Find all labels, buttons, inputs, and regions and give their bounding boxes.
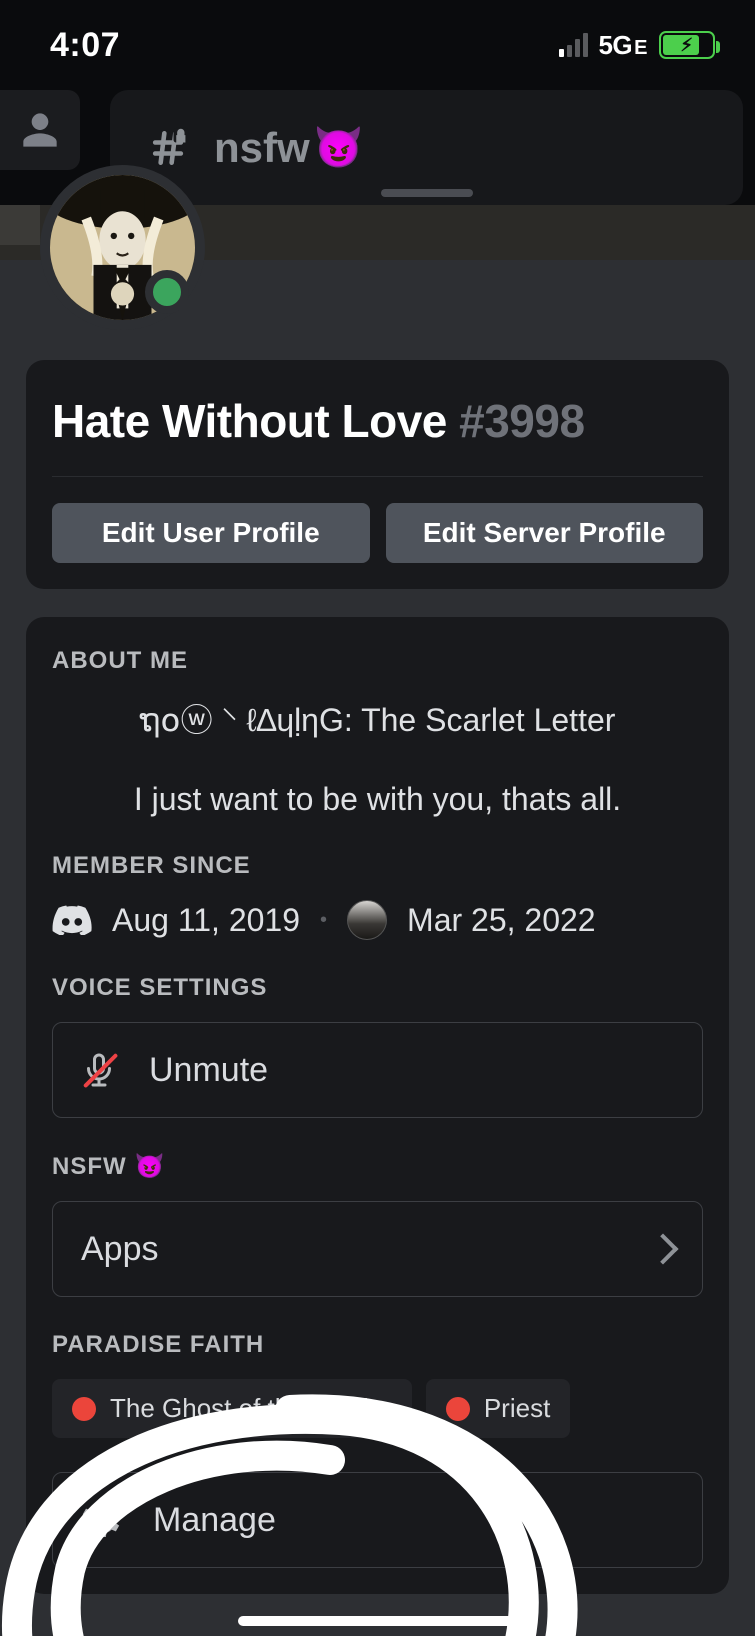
voice-settings-header: VOICE SETTINGS	[52, 974, 703, 1002]
status-right: 5GE ⚡︎	[559, 30, 715, 61]
status-bar: 4:07 5GE ⚡︎	[0, 0, 755, 90]
role-chip[interactable]: The Ghost of the Uchiha	[52, 1379, 412, 1438]
devil-emoji-icon: 😈	[135, 1152, 166, 1181]
discord-join-date: Aug 11, 2019	[112, 902, 300, 939]
server-icon	[347, 900, 387, 940]
online-status-icon	[145, 270, 189, 314]
battery-icon: ⚡︎	[659, 31, 715, 59]
role-chip[interactable]: Priest	[426, 1379, 570, 1438]
devil-emoji-icon: 😈	[314, 124, 364, 171]
server-join-date: Mar 25, 2022	[407, 902, 596, 939]
unmute-button[interactable]: Unmute	[52, 1022, 703, 1118]
about-me-header: ABOUT ME	[52, 647, 703, 675]
discord-icon	[52, 905, 92, 935]
info-card: ABOUT ME ຖ໐ⓦ ⸌ ℓ∆ɥḷηG: The Scarlet Lette…	[26, 617, 729, 1594]
profile-card: Hate Without Love #3998 Edit User Profil…	[26, 360, 729, 589]
edit-server-profile-button[interactable]: Edit Server Profile	[386, 503, 704, 563]
home-indicator[interactable]	[238, 1616, 518, 1626]
username: Hate Without Love #3998	[52, 394, 703, 477]
drag-handle-icon[interactable]	[381, 189, 473, 197]
edit-user-profile-button[interactable]: Edit User Profile	[52, 503, 370, 563]
status-time: 4:07	[50, 26, 120, 65]
channel-name: nsfw 😈	[214, 124, 363, 172]
nsfw-section-header: NSFW😈	[52, 1152, 703, 1181]
gear-icon	[81, 1500, 121, 1540]
member-since-row: Aug 11, 2019 • Mar 25, 2022	[52, 900, 703, 940]
hash-lock-icon	[146, 126, 190, 170]
network-label: 5GE	[598, 30, 647, 61]
roles-header: PARADISE FAITH	[52, 1331, 703, 1359]
role-name: The Ghost of the Uchiha	[110, 1393, 392, 1424]
friends-rail-button[interactable]	[0, 90, 80, 170]
role-color-icon	[446, 1397, 470, 1421]
channel-header[interactable]: nsfw 😈	[110, 90, 743, 205]
apps-button[interactable]: Apps	[52, 1201, 703, 1297]
signal-icon	[559, 33, 588, 57]
muted-mic-icon	[81, 1052, 117, 1088]
separator-dot: •	[320, 909, 327, 932]
chevron-right-icon	[647, 1233, 678, 1264]
profile-body: Hate Without Love #3998 Edit User Profil…	[0, 260, 755, 1636]
role-name: Priest	[484, 1393, 550, 1424]
about-me-text: ຖ໐ⓦ ⸌ ℓ∆ɥḷηG: The Scarlet Letter I just …	[52, 695, 703, 818]
person-icon	[20, 110, 60, 150]
manage-button[interactable]: Manage	[52, 1472, 703, 1568]
member-since-header: MEMBER SINCE	[52, 852, 703, 880]
role-color-icon	[72, 1397, 96, 1421]
roles-row: The Ghost of the Uchiha Priest	[52, 1379, 703, 1438]
avatar[interactable]	[40, 165, 205, 330]
